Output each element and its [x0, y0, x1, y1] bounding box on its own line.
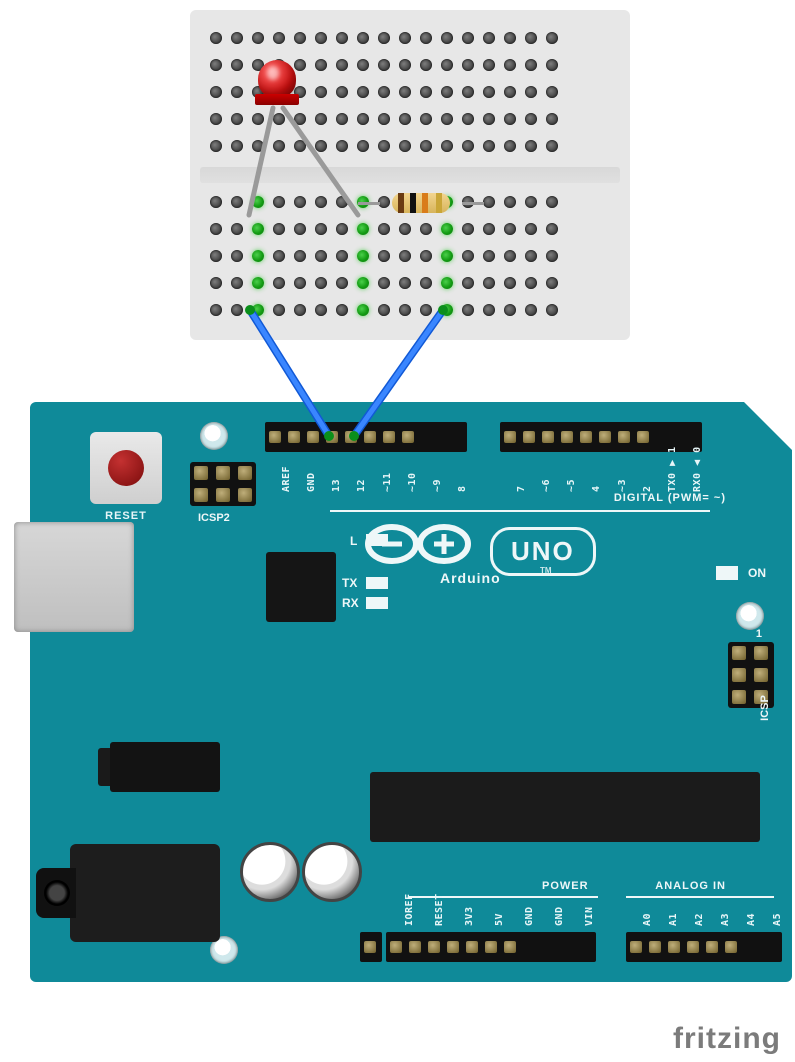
pin-label-TX01: TX0 ▶ 1 [668, 446, 678, 492]
usb-port [14, 522, 134, 632]
icsp2-label: ICSP2 [198, 512, 230, 524]
pin-label-VIN: VIN [585, 906, 595, 926]
pin-label-A0: A0 [643, 913, 653, 926]
pin-label-7: 7 [517, 485, 527, 492]
diagram-canvas: RESET ICSP2 DIGITAL (PWM= ~) L TX RX [0, 0, 795, 1062]
rx-led [366, 597, 388, 609]
pin-label-A2: A2 [695, 913, 705, 926]
pin-label-12: 12 [357, 479, 367, 492]
analog-header [626, 932, 782, 962]
resistor [370, 193, 472, 213]
power-header [386, 932, 596, 962]
digital-section-label: DIGITAL (PWM= ~) [614, 492, 726, 504]
icsp-label: ICSP [759, 695, 771, 721]
pin-label-8: 8 [458, 485, 468, 492]
spare-pin [360, 932, 382, 962]
breadboard [190, 10, 630, 340]
dc-power-jack [70, 844, 220, 942]
arduino-text: Arduino [440, 570, 501, 586]
pin-label-11: ~11 [383, 472, 393, 492]
pin-label-GND: GND [307, 472, 317, 492]
icsp2-header [190, 462, 256, 506]
pin-label-5: ~5 [567, 479, 577, 492]
reset-button[interactable] [90, 432, 162, 504]
pin-label-IOREF: IOREF [405, 893, 415, 926]
atmega328-dip [370, 772, 760, 842]
digital-header-left [265, 422, 467, 452]
pin-label-3: ~3 [618, 479, 628, 492]
icsp-1: 1 [756, 628, 762, 640]
tx-led [366, 577, 388, 589]
pin-label-GND: GND [555, 906, 565, 926]
pin-label-13: 13 [332, 479, 342, 492]
analog-section-label: ANALOG IN [655, 880, 726, 892]
arduino-logo [360, 522, 480, 572]
power-section-label: POWER [542, 880, 589, 892]
voltage-regulator [110, 742, 220, 792]
pin-label-A1: A1 [669, 913, 679, 926]
capacitor-2 [302, 842, 362, 902]
pin-label-A5: A5 [773, 913, 783, 926]
breadboard-divider [200, 167, 620, 183]
pin-label-AREF: AREF [282, 466, 292, 492]
rx-label: RX [342, 596, 359, 610]
on-label: ON [748, 566, 766, 580]
pin-label-10: ~10 [408, 472, 418, 492]
pin-label-GND: GND [525, 906, 535, 926]
pin-label-9: ~9 [433, 479, 443, 492]
l-label: L [350, 534, 357, 548]
on-led [716, 566, 738, 580]
pin-label-A4: A4 [747, 913, 757, 926]
atmega16u2 [266, 552, 336, 622]
pin-label-A3: A3 [721, 913, 731, 926]
pin-label-6: ~6 [542, 479, 552, 492]
tm-mark: TM [540, 566, 552, 575]
pin-label-3V3: 3V3 [465, 906, 475, 926]
pin-label-5V: 5V [495, 913, 505, 926]
pin-label-RESET: RESET [435, 893, 445, 926]
tx-label: TX [342, 576, 357, 590]
pin-label-4: 4 [592, 485, 602, 492]
arduino-uno-board: RESET ICSP2 DIGITAL (PWM= ~) L TX RX [30, 402, 792, 982]
fritzing-watermark: fritzing [673, 1022, 781, 1056]
pin-label-2: 2 [643, 485, 653, 492]
pin-label-RX00: RX0 ◀ 0 [693, 446, 703, 492]
capacitor-1 [240, 842, 300, 902]
reset-label: RESET [90, 510, 162, 522]
